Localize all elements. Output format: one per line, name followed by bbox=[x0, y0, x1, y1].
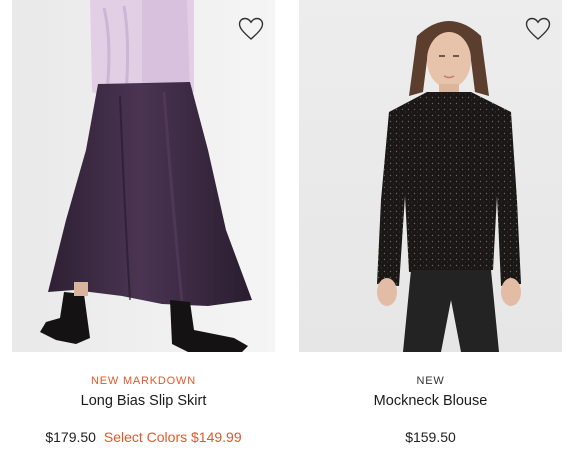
regular-price: $159.50 bbox=[405, 429, 456, 445]
skirt-photo bbox=[12, 0, 275, 352]
product-image[interactable] bbox=[12, 0, 275, 352]
wishlist-button[interactable] bbox=[238, 17, 264, 41]
blouse-photo bbox=[299, 0, 562, 352]
original-price: $179.50 bbox=[45, 429, 96, 445]
product-badge: NEW MARKDOWN bbox=[91, 375, 196, 387]
product-name[interactable]: Long Bias Slip Skirt bbox=[12, 393, 275, 409]
product-image[interactable] bbox=[299, 0, 562, 352]
product-card[interactable]: NEW MARKDOWN Long Bias Slip Skirt $179.5… bbox=[12, 0, 275, 445]
product-badge: NEW bbox=[416, 375, 445, 387]
sale-price: Select Colors $149.99 bbox=[103, 429, 242, 445]
product-price: $179.50 Select Colors $149.99 bbox=[12, 429, 275, 445]
wishlist-button[interactable] bbox=[525, 17, 551, 41]
heart-outline-icon bbox=[238, 17, 264, 40]
product-price: $159.50 bbox=[299, 429, 562, 445]
product-card[interactable]: NEW Mockneck Blouse $159.50 bbox=[299, 0, 562, 445]
heart-outline-icon bbox=[525, 17, 551, 40]
product-name[interactable]: Mockneck Blouse bbox=[299, 393, 562, 409]
